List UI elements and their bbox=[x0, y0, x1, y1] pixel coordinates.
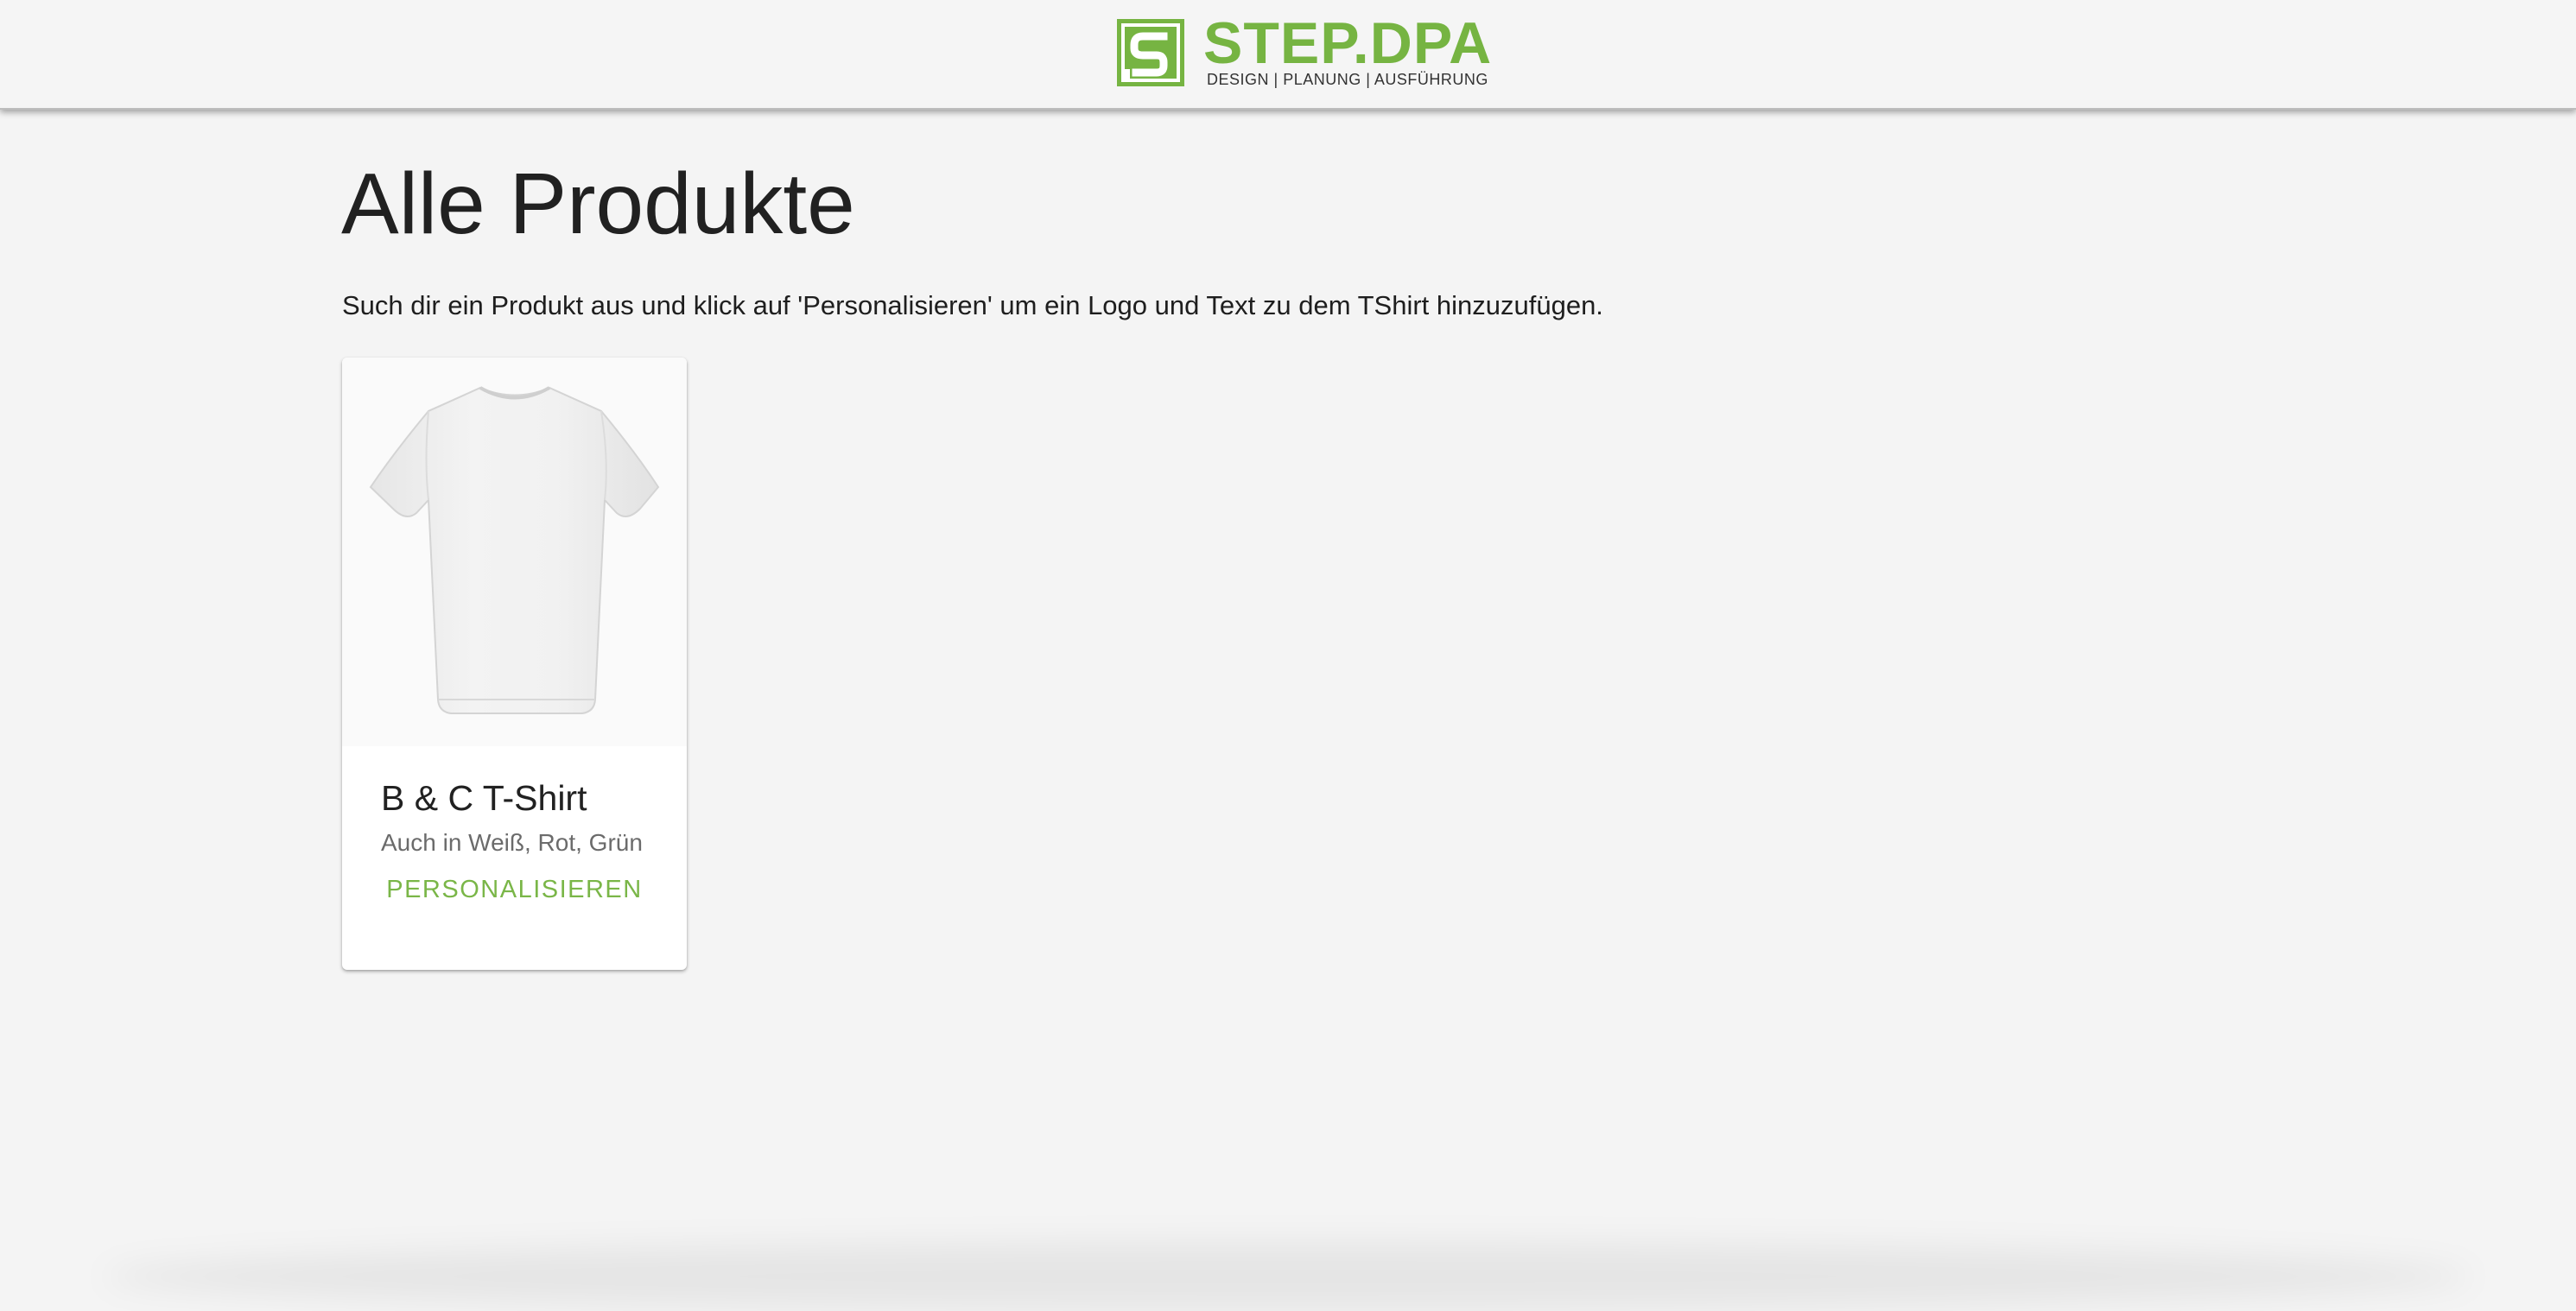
logo-s-icon bbox=[1117, 19, 1184, 86]
personalize-button[interactable]: PERSONALISIEREN bbox=[342, 876, 687, 904]
page-subtitle: Such dir ein Produkt aus und klick auf '… bbox=[342, 290, 1603, 320]
product-title: B & C T-Shirt bbox=[381, 778, 587, 818]
product-image bbox=[342, 358, 687, 746]
product-card: B & C T-Shirt Auch in Weiß, Rot, Grün PE… bbox=[342, 358, 687, 970]
logo-tagline: DESIGN | PLANUNG | AUSFÜHRUNG bbox=[1207, 71, 1488, 88]
bottom-shadow bbox=[104, 1242, 2472, 1311]
page-title: Alle Produkte bbox=[341, 155, 855, 252]
logo-wordmark: STEP.DPA bbox=[1203, 10, 1493, 76]
brand-logo[interactable]: STEP.DPA DESIGN | PLANUNG | AUSFÜHRUNG bbox=[1117, 14, 1491, 90]
product-description: Auch in Weiß, Rot, Grün bbox=[381, 829, 643, 856]
tshirt-icon bbox=[369, 386, 660, 714]
top-bar: STEP.DPA DESIGN | PLANUNG | AUSFÜHRUNG bbox=[0, 0, 2576, 110]
